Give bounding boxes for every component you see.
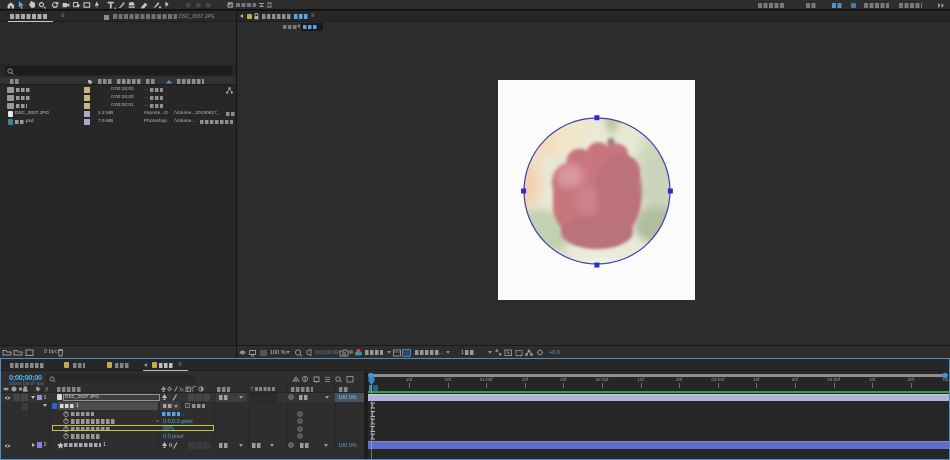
- svg-text:fx: fx: [180, 388, 185, 393]
